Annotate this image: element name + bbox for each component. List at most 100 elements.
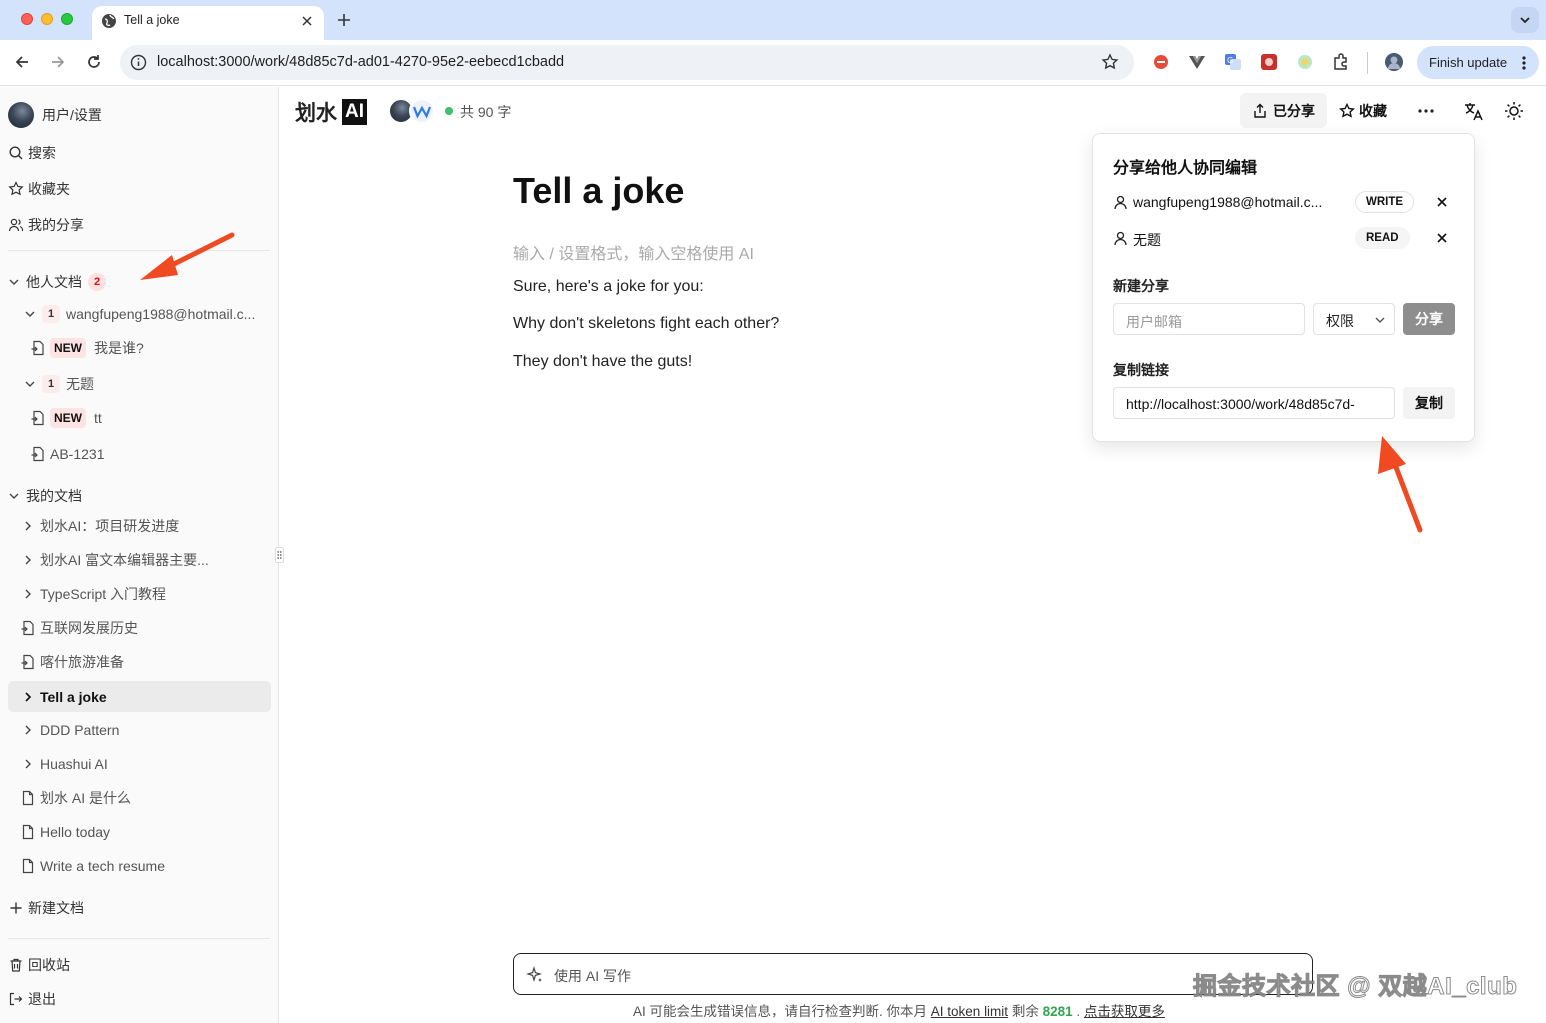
search-icon	[9, 146, 23, 160]
share-submit-button[interactable]: 分享	[1403, 303, 1455, 335]
token-remaining-count: 8281	[1042, 1004, 1073, 1019]
copy-link-button[interactable]: 复制	[1403, 387, 1455, 419]
address-url[interactable]: localhost:3000/work/48d85c7d-ad01-4270-9…	[157, 54, 564, 70]
forward-arrow-icon[interactable]	[49, 53, 67, 71]
favorite-button[interactable]: 收藏	[1337, 93, 1389, 128]
footer-dot: .	[1076, 1004, 1081, 1019]
sidebar-user-settings-label: 用户/设置	[42, 107, 102, 123]
sidebar-user-settings[interactable]: 用户/设置	[8, 100, 271, 130]
my-doc-title: 喀什旅游准备	[40, 654, 124, 670]
translate-icon[interactable]	[1463, 100, 1485, 122]
sidebar-divider	[8, 938, 270, 939]
sidebar-section-others-docs[interactable]: 他人文档 2	[8, 267, 271, 297]
shared-doc-icon	[21, 654, 34, 670]
profile-avatar[interactable]	[1384, 52, 1404, 72]
share-link-input[interactable]: http://localhost:3000/work/48d85c7d-	[1113, 387, 1395, 419]
sidebar-item-logout[interactable]: 退出	[8, 984, 271, 1014]
editor-placeholder[interactable]: 输入 / 设置格式，输入空格使用 AI	[513, 240, 754, 264]
back-arrow-icon[interactable]	[13, 53, 31, 71]
document-icon	[22, 824, 34, 840]
shared-doc-item[interactable]: NEW 我是谁?	[8, 333, 271, 363]
user-email-input[interactable]: 用户邮箱	[1113, 303, 1305, 335]
sidebar-item-favorites[interactable]: 收藏夹	[8, 174, 271, 204]
extensions-puzzle-icon[interactable]	[1331, 52, 1351, 72]
document-paragraph[interactable]: Sure, here's a joke for you:	[513, 278, 704, 296]
get-more-link[interactable]: 点击获取更多	[1084, 1004, 1165, 1019]
shared-doc-item[interactable]: AB-1231	[8, 439, 271, 469]
address-bar[interactable]: localhost:3000/work/48d85c7d-ad01-4270-9…	[120, 45, 1134, 80]
browser-tab-active[interactable]: Tell a joke	[92, 6, 324, 40]
chevron-down-icon	[1375, 317, 1385, 323]
permission-badge[interactable]: READ	[1355, 227, 1410, 249]
my-doc-item[interactable]: Write a tech resume	[8, 851, 271, 881]
document-icon	[22, 858, 34, 874]
window-minimize-button[interactable]	[41, 13, 53, 25]
site-info-icon[interactable]	[130, 54, 147, 71]
chevron-down-icon	[9, 493, 19, 499]
document-paragraph[interactable]: They don't have the guts!	[513, 353, 692, 371]
document-paragraph[interactable]: Why don't skeletons fight each other?	[513, 315, 779, 333]
permission-badge[interactable]: WRITE	[1355, 191, 1415, 213]
star-icon	[1339, 102, 1355, 118]
extension-translate-icon[interactable]: G	[1223, 52, 1243, 72]
my-doc-item[interactable]: TypeScript 入门教程	[8, 579, 271, 609]
permission-select[interactable]: 权限	[1313, 303, 1395, 335]
toolbar-divider	[1367, 52, 1368, 74]
my-doc-item[interactable]: 划水AI 富文本编辑器主要...	[8, 545, 271, 575]
token-limit-link[interactable]: AI token limit	[931, 1004, 1008, 1019]
app-logo[interactable]: 划水 AI	[295, 97, 367, 127]
extension-colorful-icon[interactable]	[1295, 52, 1315, 72]
tab-close-icon[interactable]	[300, 14, 314, 28]
window-close-button[interactable]	[21, 13, 33, 25]
collaborator-avatar[interactable]	[409, 98, 435, 124]
logout-icon	[9, 992, 23, 1006]
bookmark-star-icon[interactable]	[1101, 53, 1119, 71]
shared-group-owner[interactable]: 1 wangfupeng1988@hotmail.c...	[8, 299, 271, 329]
sidebar-section-my-docs[interactable]: 我的文档	[8, 481, 271, 511]
reload-icon[interactable]	[85, 53, 103, 71]
extension-red-icon[interactable]	[1151, 52, 1171, 72]
remove-user-close-icon[interactable]	[1435, 195, 1449, 209]
footer-prefix: AI 可能会生成错误信息，请自行检查判断. 你本月	[633, 1004, 928, 1019]
my-doc-item[interactable]: Huashui AI	[8, 749, 271, 779]
annotation-arrow-icon	[1378, 436, 1423, 533]
finish-update-label: Finish update	[1429, 55, 1508, 70]
tab-title: Tell a joke	[124, 13, 180, 27]
my-doc-item[interactable]: 划水AI：项目研发进度	[8, 511, 271, 541]
sidebar-new-doc-button[interactable]: 新建文档	[8, 893, 271, 923]
remove-user-close-icon[interactable]	[1435, 231, 1449, 245]
my-doc-item[interactable]: DDD Pattern	[8, 715, 271, 745]
shared-button[interactable]: 已分享	[1240, 93, 1327, 128]
my-doc-item[interactable]: 互联网发展历史	[8, 613, 271, 643]
tab-search-button[interactable]	[1511, 7, 1539, 33]
shared-group-owner[interactable]: 1 无题	[8, 369, 271, 399]
sidebar-divider	[8, 250, 270, 251]
my-doc-item[interactable]: Hello today	[8, 817, 271, 847]
user-icon	[1114, 195, 1127, 210]
shared-doc-item[interactable]: NEW tt	[8, 403, 271, 433]
sun-theme-icon[interactable]	[1503, 100, 1525, 122]
my-doc-title: 划水AI 富文本编辑器主要...	[40, 552, 209, 568]
shared-group-owner-label: wangfupeng1988@hotmail.c...	[66, 306, 256, 322]
sidebar-resize-handle[interactable]	[275, 547, 284, 563]
browser-tabstrip: Tell a joke	[0, 0, 1546, 40]
new-tab-icon[interactable]	[335, 11, 353, 29]
my-doc-item-active[interactable]: Tell a joke	[8, 681, 271, 712]
finish-update-button[interactable]: Finish update	[1417, 46, 1539, 79]
sidebar-section-label: 他人文档	[26, 274, 82, 290]
chevron-right-icon	[25, 759, 31, 769]
chevron-down-icon	[1520, 17, 1530, 24]
document-title[interactable]: Tell a joke	[513, 170, 684, 212]
more-horizontal-icon[interactable]	[1416, 101, 1436, 121]
sidebar-section-label: 我的文档	[26, 488, 82, 504]
window-zoom-button[interactable]	[61, 13, 73, 25]
extension-vue-icon[interactable]	[1187, 52, 1207, 72]
sidebar-item-trash[interactable]: 回收站	[8, 950, 271, 980]
my-doc-item[interactable]: 划水 AI 是什么	[8, 783, 271, 813]
extension-puzzle-red-icon[interactable]	[1259, 52, 1279, 72]
my-doc-item[interactable]: 喀什旅游准备	[8, 647, 271, 677]
sidebar-item-search[interactable]: 搜索	[8, 138, 271, 168]
sidebar-item-my-shares[interactable]: 我的分享	[8, 210, 271, 240]
shared-group-count-badge: 1	[42, 305, 60, 323]
users-icon	[8, 218, 24, 232]
